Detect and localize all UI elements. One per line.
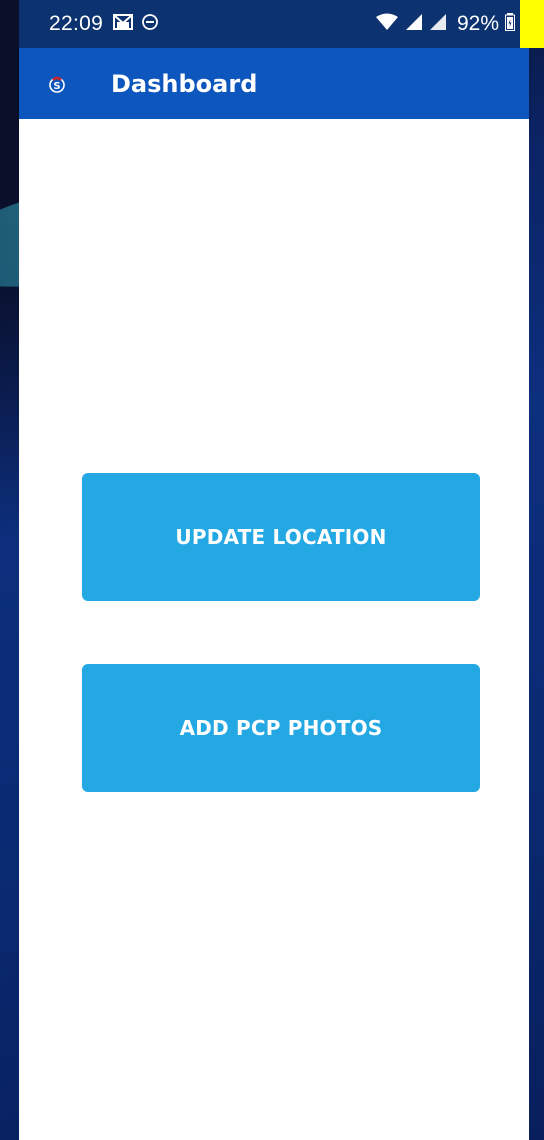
messenger-icon (141, 12, 159, 36)
update-location-button[interactable]: UPDATE LOCATION (82, 473, 480, 601)
battery-percentage: 92% (456, 12, 499, 35)
status-time: 22:09 (49, 12, 104, 35)
wifi-icon (375, 12, 399, 36)
gmail-icon (113, 12, 134, 36)
dashboard-content: UPDATE LOCATION ADD PCP PHOTOS (19, 119, 529, 1140)
overlay-indicator (520, 0, 544, 48)
signal-icon (429, 12, 447, 36)
status-bar: 22:09 92% (19, 0, 525, 48)
app-logo-icon: S (45, 72, 69, 96)
app-bar: S Dashboard (19, 48, 529, 119)
battery-icon (505, 12, 515, 36)
status-right-cluster: 92% (375, 12, 515, 36)
svg-text:S: S (53, 81, 60, 92)
signal-icon (405, 12, 423, 36)
page-title: Dashboard (111, 69, 258, 98)
add-pcp-photos-button[interactable]: ADD PCP PHOTOS (82, 664, 480, 792)
